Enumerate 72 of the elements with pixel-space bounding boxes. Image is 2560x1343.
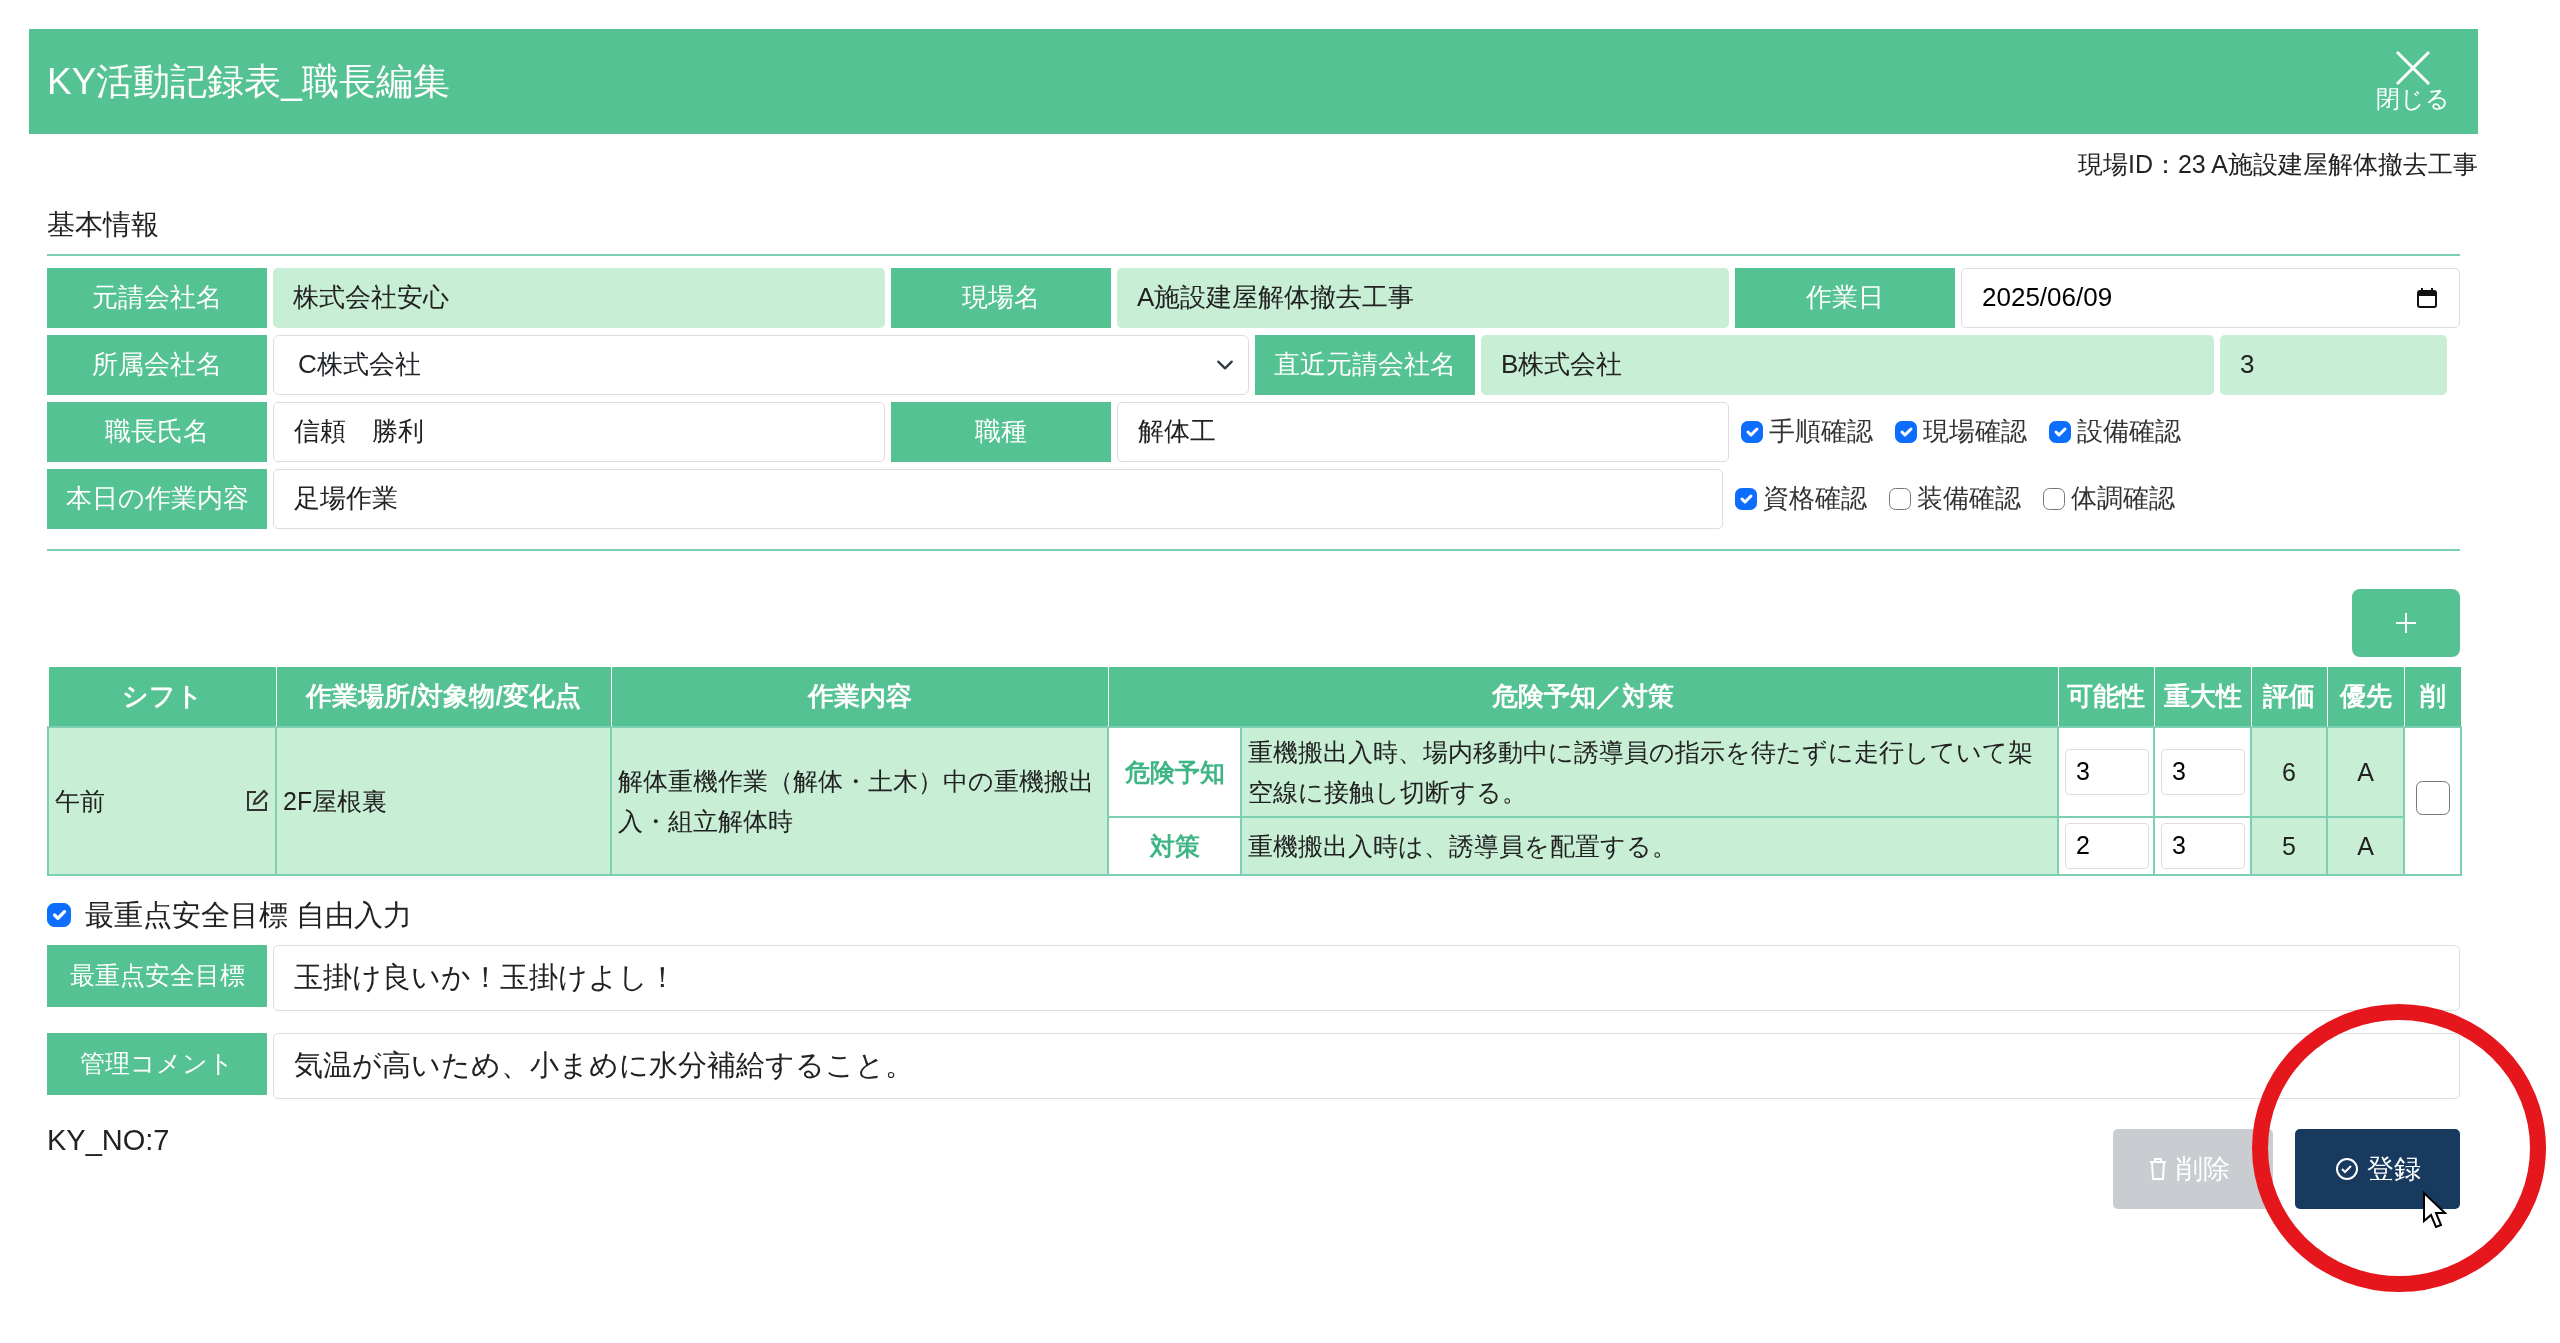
field-label: 直近元請会社名	[1255, 334, 1475, 395]
readonly-field: B株式会社	[1481, 334, 2214, 395]
checkbox[interactable]	[2043, 487, 2065, 510]
date-field[interactable]: 2025/06/09	[1961, 267, 2460, 328]
field-label: 現場名	[891, 267, 1111, 328]
input-field[interactable]: 足場作業	[273, 468, 1723, 529]
column-header: 作業場所/対象物/変化点	[276, 666, 611, 727]
field-label: 元請会社名	[47, 267, 267, 328]
window-title: KY活動記録表_職長編集	[47, 59, 450, 104]
table-cell: 解体重機作業（解体・土木）中の重機搬出入・組立解体時	[611, 726, 1108, 875]
trash-icon	[2148, 1157, 2168, 1181]
row-tag: 危険予知	[1108, 726, 1241, 817]
plus-icon	[2394, 610, 2418, 635]
checkbox-label: 体調確認	[2071, 482, 2175, 515]
checkbox-label: 設備確認	[2077, 415, 2181, 448]
close-icon	[2393, 50, 2433, 87]
delete-checkbox[interactable]	[2415, 780, 2450, 815]
field-label: 管理コメント	[47, 1033, 267, 1095]
checkbox-label: 資格確認	[1763, 482, 1867, 515]
select-field[interactable]: C株式会社	[273, 334, 1249, 395]
mouse-cursor-icon	[2422, 1191, 2448, 1229]
table-cell-text: 午前	[55, 785, 105, 817]
readonly-field: 3	[2220, 334, 2447, 395]
column-header: 作業内容	[611, 666, 1108, 727]
column-header: 削	[2404, 666, 2461, 727]
field-label: 所属会社名	[47, 334, 267, 395]
number-input[interactable]: 3	[2161, 748, 2245, 795]
checkbox[interactable]	[1741, 420, 1763, 443]
input-field[interactable]: 解体工	[1117, 401, 1729, 462]
input-field[interactable]: 玉掛け良いか！玉掛けよし！	[273, 945, 2460, 1011]
checkbox-label: 手順確認	[1769, 415, 1873, 448]
number-input[interactable]: 3	[2065, 748, 2149, 795]
column-header: 重大性	[2154, 666, 2251, 727]
table-cell: A	[2327, 726, 2404, 817]
field-label: 作業日	[1735, 267, 1955, 328]
number-input[interactable]: 3	[2161, 822, 2245, 869]
column-header: 危険予知／対策	[1108, 666, 2058, 727]
table-cell: 重機搬出入時、場内移動中に誘導員の指示を待たずに走行していて架空線に接触し切断する。	[1241, 726, 2058, 817]
column-header: シフト	[48, 666, 276, 727]
checkbox[interactable]	[47, 903, 71, 928]
row-tag: 対策	[1108, 816, 1241, 875]
field-label: 職長氏名	[47, 401, 267, 462]
edit-icon[interactable]	[245, 788, 269, 813]
table-cell: 6	[2251, 726, 2327, 817]
table-cell: 5	[2251, 816, 2327, 875]
checkbox-label: 最重点安全目標 自由入力	[85, 897, 413, 933]
input-field[interactable]: 信頼 勝利	[273, 401, 885, 462]
checkbox[interactable]	[1895, 420, 1917, 443]
checkbox-label: 現場確認	[1923, 415, 2027, 448]
field-label: 本日の作業内容	[47, 468, 267, 529]
number-input[interactable]: 2	[2065, 822, 2149, 869]
record-number: KY_NO:7	[47, 1123, 170, 1158]
checkbox[interactable]	[1889, 487, 1911, 510]
checkbox[interactable]	[2049, 420, 2071, 443]
check-circle-icon	[2334, 1157, 2359, 1181]
input-field[interactable]: 気温が高いため、小まめに水分補給すること。	[273, 1033, 2460, 1099]
column-header: 可能性	[2058, 666, 2154, 727]
checkbox-label: 装備確認	[1917, 482, 2021, 515]
register-button[interactable]: 登録	[2295, 1129, 2460, 1209]
column-header: 評価	[2251, 666, 2327, 727]
calendar-icon[interactable]	[2416, 286, 2438, 309]
field-label: 最重点安全目標	[47, 945, 267, 1007]
checkbox[interactable]	[1735, 487, 1757, 510]
readonly-field: A施設建屋解体撤去工事	[1117, 267, 1729, 328]
field-label: 職種	[891, 401, 1111, 462]
column-header: 優先	[2327, 666, 2404, 727]
table-cell: A	[2327, 816, 2404, 875]
section-title: 基本情報	[47, 203, 2460, 256]
table-cell: 2F屋根裏	[276, 726, 611, 875]
table-cell: 重機搬出入時は、誘導員を配置する。	[1241, 816, 2058, 875]
readonly-field: 株式会社安心	[273, 267, 885, 328]
site-id-text: 現場ID：23 A施設建屋解体撤去工事	[2076, 149, 2478, 180]
